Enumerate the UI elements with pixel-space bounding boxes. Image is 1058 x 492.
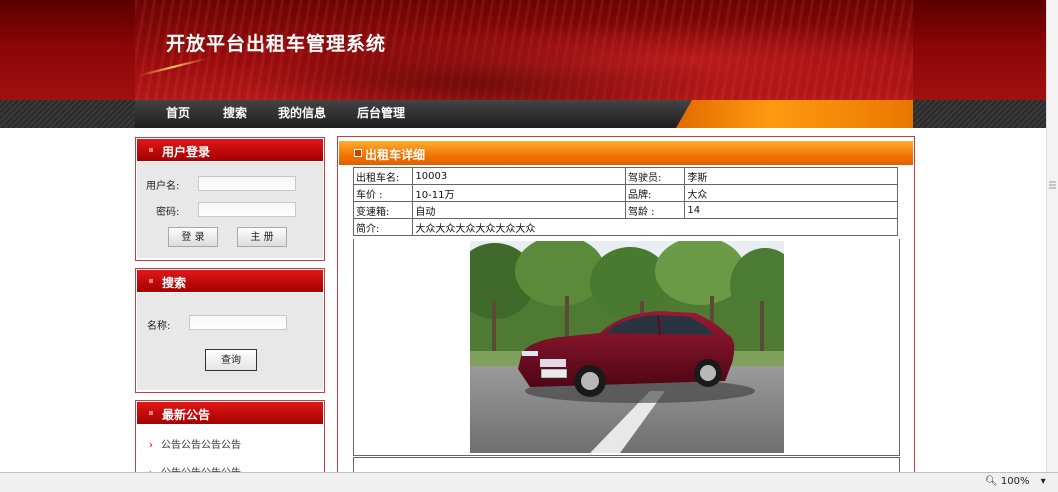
username-label: 用户名: [146,181,180,192]
bullet-icon [149,279,153,283]
notice-item-text: 公告公告公告公告 [161,440,241,451]
notices-panel-title: 最新公告 [162,408,211,422]
search-panel: 搜索 名称: 查询 [135,268,325,393]
field-value: 10003 [412,167,626,185]
taxi-detail-panel: 出租车详细 出租车名: 10003 驾驶员: 李斯 车价 : 10-11万 品牌… [337,136,915,478]
car-photo-cell [353,239,900,456]
taxi-detail-table: 出租车名: 10003 驾驶员: 李斯 车价 : 10-11万 品牌: 大众 变… [352,167,898,236]
field-label: 车价 : [352,184,414,202]
site-title: 开放平台出租车管理系统 [166,33,387,55]
nav-item-search[interactable]: 搜索 [223,104,247,121]
field-value: 10-11万 [412,184,626,202]
chevron-right-icon: › [149,440,153,451]
table-row: 变速箱: 自动 驾龄 : 14 [352,201,898,219]
username-input[interactable] [198,176,296,191]
nav-item-admin[interactable]: 后台管理 [357,104,405,121]
field-label: 品牌: [624,184,686,202]
header-banner: 开放平台出租车管理系统 [0,0,1058,100]
intro-value: 大众大众大众大众大众大众 [412,218,898,236]
bullet-icon [149,148,153,152]
login-panel-body: 用户名: 密码: 登 录 主 册 [137,162,323,258]
password-label: 密码: [156,207,180,218]
field-value: 14 [684,201,898,219]
zoom-control[interactable]: 🔍︎ 100% ▾ [985,476,1046,487]
square-bullet-icon [354,149,362,157]
field-value: 大众 [684,184,898,202]
taxi-detail-title: 出租车详细 [365,148,426,162]
field-label: 变速箱: [352,201,414,219]
login-panel: 用户登录 用户名: 密码: 登 录 主 册 [135,137,325,261]
taxi-detail-header: 出租车详细 [339,141,913,165]
zoom-icon: 🔍︎ [985,476,998,487]
chevron-down-icon: ▾ [1040,476,1046,487]
field-value: 自动 [412,201,626,219]
table-row: 车价 : 10-11万 品牌: 大众 [352,184,898,202]
zoom-level: 100% [1000,476,1030,487]
field-label: 驾龄 : [624,201,686,219]
login-panel-header: 用户登录 [137,139,323,161]
table-row: 出租车名: 10003 驾驶员: 李斯 [352,167,898,185]
password-input[interactable] [198,202,296,217]
nav-item-my-info[interactable]: 我的信息 [278,104,326,121]
bullet-icon [149,411,153,415]
field-label: 驾驶员: [624,167,686,185]
field-label: 出租车名: [352,167,414,185]
search-name-label: 名称: [147,321,171,332]
search-panel-header: 搜索 [137,270,323,292]
login-panel-title: 用户登录 [162,145,211,159]
register-button[interactable]: 主 册 [237,227,287,247]
login-button[interactable]: 登 录 [168,227,218,247]
notices-panel-body: › 公告公告公告公告 › 公告公告公告公告 [137,425,323,479]
intro-label: 简介: [352,218,414,236]
search-query-button[interactable]: 查询 [205,349,257,371]
search-panel-title: 搜索 [162,276,187,290]
browser-status-bar: 🔍︎ 100% ▾ [0,472,1058,492]
scrollbar-grip-icon [1049,181,1056,189]
nav-accent-stripe [676,100,913,128]
car-photo-image [470,241,784,453]
table-row: 简介: 大众大众大众大众大众大众 [352,218,898,236]
vertical-scrollbar[interactable] [1046,0,1058,472]
field-value: 李斯 [684,167,898,185]
search-panel-body: 名称: 查询 [137,293,323,390]
nav-item-home[interactable]: 首页 [166,104,190,121]
notice-item[interactable]: › 公告公告公告公告 [149,436,241,451]
car-photo [470,241,784,453]
notices-panel: 最新公告 › 公告公告公告公告 › 公告公告公告公告 [135,400,325,482]
search-name-input[interactable] [189,315,287,330]
notices-panel-header: 最新公告 [137,402,323,424]
